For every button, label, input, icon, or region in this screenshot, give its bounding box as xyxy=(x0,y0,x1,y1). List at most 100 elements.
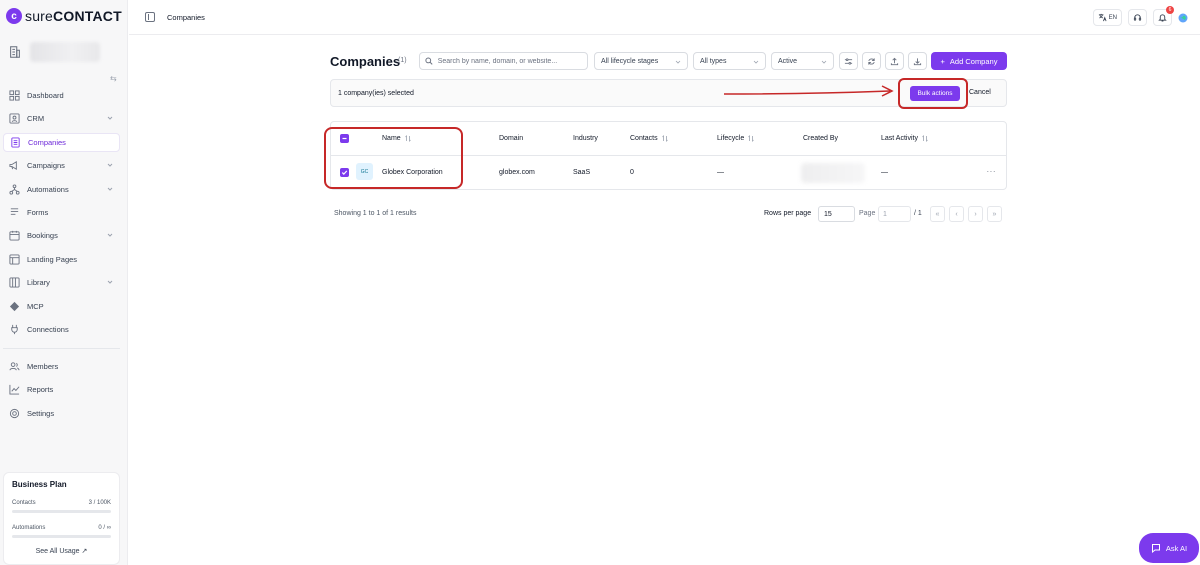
automations-usage: Automations 0 / ∞ xyxy=(12,525,111,531)
sidebar-item-label: Dashboard xyxy=(27,91,64,100)
lifecycle-filter-value: All lifecycle stages xyxy=(601,57,659,65)
sidebar-item-forms[interactable]: Forms xyxy=(3,203,120,222)
type-filter-value: All types xyxy=(700,57,727,65)
language-button[interactable]: EN xyxy=(1092,9,1122,26)
company-count: (1) xyxy=(398,57,407,64)
bell-icon xyxy=(1158,14,1167,22)
sidebar-item-crm[interactable]: CRM xyxy=(3,109,120,128)
lifecycle-filter-select[interactable]: All lifecycle stages xyxy=(594,52,688,70)
column-header-industry: Industry xyxy=(573,135,598,142)
chat-icon xyxy=(1151,544,1160,553)
headset-icon xyxy=(1133,14,1142,21)
sidebar-item-members[interactable]: Members xyxy=(3,357,120,376)
notifications-button[interactable]: 6 xyxy=(1153,6,1174,26)
forms-icon xyxy=(9,207,20,218)
company-contacts: 0 xyxy=(630,169,634,176)
search-input[interactable] xyxy=(437,57,582,65)
see-all-usage-link[interactable]: See All Usage ↗ xyxy=(12,547,111,555)
chevron-down-icon xyxy=(675,60,681,64)
sidebar-item-landing-pages[interactable]: Landing Pages xyxy=(3,250,120,269)
column-header-lifecycle[interactable]: Lifecycle xyxy=(717,135,755,142)
chevron-down-icon xyxy=(107,280,113,284)
next-page-button[interactable]: › xyxy=(968,206,983,222)
sidebar-item-mcp[interactable]: MCP xyxy=(3,297,120,316)
plan-usage-card: Business Plan Contacts 3 / 100K Automati… xyxy=(3,472,120,565)
sidebar-item-label: CRM xyxy=(27,114,45,124)
ask-ai-button[interactable]: Ask AI xyxy=(1139,533,1199,563)
cancel-selection-button[interactable]: Cancel xyxy=(969,89,991,96)
sidebar-item-settings[interactable]: Settings xyxy=(3,404,120,423)
library-icon xyxy=(9,277,20,288)
first-page-button[interactable]: « xyxy=(930,206,945,222)
chevron-down-icon xyxy=(107,187,113,191)
last-page-button[interactable]: » xyxy=(987,206,1002,222)
upload-button[interactable] xyxy=(885,52,904,70)
upload-icon xyxy=(890,57,899,65)
company-industry: SaaS xyxy=(573,169,591,176)
company-lifecycle: — xyxy=(717,169,724,176)
download-icon xyxy=(913,57,922,65)
megaphone-icon xyxy=(9,160,20,171)
column-header-created-by: Created By xyxy=(803,135,838,142)
refresh-button[interactable] xyxy=(862,52,881,70)
automations-usage-bar xyxy=(12,535,111,538)
chevron-down-icon xyxy=(107,233,113,238)
download-button[interactable] xyxy=(908,52,927,70)
column-header-label: Domain xyxy=(499,135,524,142)
sidebar-item-label: Connections xyxy=(27,324,69,334)
logo-prefix: sure xyxy=(25,8,54,24)
sidebar-item-label: Settings xyxy=(27,408,55,418)
sidebar-item-connections[interactable]: Connections xyxy=(3,320,120,339)
row-more-actions-icon[interactable]: ··· xyxy=(987,167,997,176)
sidebar-item-dashboard[interactable]: Dashboard xyxy=(3,86,120,105)
plus-icon: + xyxy=(940,56,945,66)
user-avatar-icon[interactable] xyxy=(1178,13,1188,23)
support-button[interactable] xyxy=(1128,9,1147,26)
workspace-name-redacted xyxy=(30,42,100,62)
previous-page-button[interactable]: ‹ xyxy=(949,206,964,222)
type-filter-select[interactable]: All types xyxy=(693,52,766,70)
contacts-usage-value: 3 / 100K xyxy=(88,500,111,506)
sidebar-toggle-icon[interactable] xyxy=(145,12,155,22)
annotation-highlight-bulk-actions xyxy=(898,78,968,109)
rows-per-page-label: Rows per page xyxy=(764,210,812,217)
add-company-label: Add Company xyxy=(949,56,998,66)
sidebar-item-companies[interactable]: Companies xyxy=(3,132,120,152)
companies-icon xyxy=(10,137,21,148)
column-header-domain: Domain xyxy=(499,135,523,142)
search-box[interactable] xyxy=(419,52,588,70)
sidebar-item-label: Bookings xyxy=(27,231,58,241)
plan-title: Business Plan xyxy=(12,480,67,489)
sidebar-item-reports[interactable]: Reports xyxy=(3,380,120,399)
settings-icon xyxy=(9,408,20,419)
status-filter-value: Active xyxy=(778,57,798,65)
sidebar-item-bookings[interactable]: Bookings xyxy=(3,226,120,245)
chevron-down-icon xyxy=(107,163,113,167)
column-settings-button[interactable] xyxy=(839,52,858,70)
topbar-actions: EN 6 xyxy=(1092,6,1188,26)
landing-page-icon xyxy=(9,254,20,265)
results-summary: Showing 1 to 1 of 1 results xyxy=(334,210,417,217)
breadcrumb: Companies xyxy=(167,13,205,22)
building-icon xyxy=(10,46,20,58)
app-logo[interactable]: c sureCONTACT xyxy=(6,8,122,24)
page-number-input[interactable]: 1 xyxy=(878,206,911,222)
status-filter-select[interactable]: Active xyxy=(771,52,834,70)
notification-badge: 6 xyxy=(1166,6,1174,14)
column-header-contacts[interactable]: Contacts xyxy=(630,135,668,142)
collapse-icon[interactable]: ⇆ xyxy=(110,74,117,83)
column-header-last-activity[interactable]: Last Activity xyxy=(881,135,928,142)
annotation-arrow xyxy=(723,85,894,97)
refresh-icon xyxy=(868,57,875,65)
sidebar-item-library[interactable]: Library xyxy=(3,273,120,292)
page-title: Companies xyxy=(330,54,401,69)
add-company-button[interactable]: + Add Company xyxy=(931,52,1007,70)
sidebar-item-campaigns[interactable]: Campaigns xyxy=(3,156,120,175)
sidebar-item-automations[interactable]: Automations xyxy=(3,180,120,199)
workspace-switcher[interactable] xyxy=(8,42,100,62)
annotation-highlight-selected-row xyxy=(324,127,463,189)
column-header-label: Lifecycle xyxy=(717,135,745,142)
search-icon xyxy=(425,57,433,65)
sidebar-item-label: MCP xyxy=(27,301,44,311)
rows-per-page-input[interactable]: 15 xyxy=(818,206,855,222)
